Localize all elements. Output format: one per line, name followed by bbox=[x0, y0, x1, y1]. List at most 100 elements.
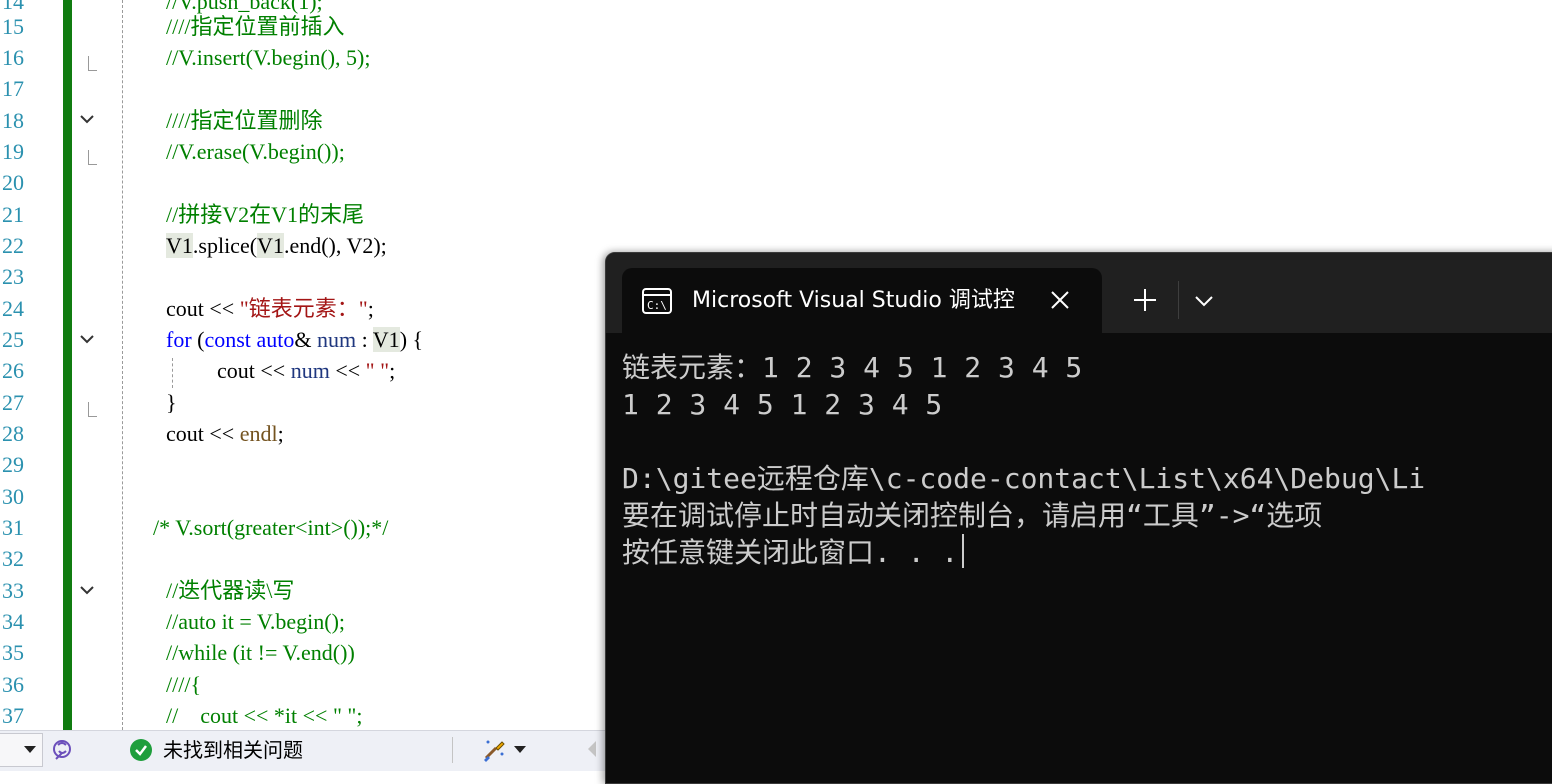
code-cleanup-icon[interactable] bbox=[480, 736, 508, 764]
line-number: 37 bbox=[2, 703, 24, 728]
code-token: cout bbox=[166, 296, 204, 321]
line-number: 21 bbox=[2, 202, 24, 227]
code-line: ////{ bbox=[166, 672, 202, 697]
keyword: auto bbox=[250, 327, 295, 352]
zoom-dropdown[interactable] bbox=[0, 733, 43, 767]
terminal-titlebar: C:\ Microsoft Visual Studio 调试控 bbox=[606, 253, 1552, 333]
code-line: //while (it != V.end()) bbox=[166, 640, 355, 665]
code-line: } bbox=[166, 390, 177, 415]
line-number: 19 bbox=[2, 139, 24, 164]
code-token: : bbox=[356, 327, 373, 352]
line-number: 28 bbox=[2, 421, 24, 446]
scroll-left-icon[interactable] bbox=[588, 741, 596, 757]
line-number: 17 bbox=[2, 76, 24, 101]
keyword: const bbox=[204, 327, 251, 352]
code-token: & bbox=[294, 327, 317, 352]
line-number: 36 bbox=[2, 672, 24, 697]
code-line: /* V.sort(greater<int>());*/ bbox=[153, 515, 389, 540]
terminal-output: 链表元素：1 2 3 4 5 1 2 3 4 5 1 2 3 4 5 1 2 3… bbox=[622, 349, 1552, 571]
code-token: .splice( bbox=[192, 233, 258, 258]
fold-chevron-icon[interactable] bbox=[78, 330, 96, 348]
code-token: << bbox=[203, 296, 240, 321]
line-number: 24 bbox=[2, 296, 24, 321]
fold-end-marker bbox=[88, 56, 97, 71]
identifier: num bbox=[316, 327, 357, 352]
text-cursor bbox=[962, 534, 965, 568]
code-line: ////指定位置删除 bbox=[166, 108, 323, 133]
keyword: for bbox=[166, 327, 192, 352]
output-line: 链表元素：1 2 3 4 5 1 2 3 4 5 bbox=[622, 351, 1083, 384]
code-line: //迭代器读\写 bbox=[166, 578, 295, 603]
code-line: cout << endl; bbox=[166, 418, 284, 449]
tab-title: Microsoft Visual Studio 调试控 bbox=[692, 288, 1015, 313]
terminal-tab[interactable]: C:\ Microsoft Visual Studio 调试控 bbox=[622, 268, 1102, 333]
fold-chevron-icon[interactable] bbox=[78, 581, 96, 599]
code-line: V1.splice(V1.end(), V2); bbox=[166, 230, 387, 261]
line-number: 26 bbox=[2, 358, 24, 383]
line-number: 27 bbox=[2, 390, 24, 415]
code-line: for (const auto& num : V1) { bbox=[166, 324, 423, 355]
line-number: 18 bbox=[2, 108, 24, 133]
identifier: V1 bbox=[257, 233, 284, 258]
code-line: //V.erase(V.begin()); bbox=[166, 139, 345, 164]
code-line: cout << num << " "; bbox=[217, 355, 395, 386]
change-tracking-bar bbox=[63, 0, 72, 730]
code-line: // cout << *it << " "; bbox=[166, 703, 363, 728]
fold-chevron-icon[interactable] bbox=[78, 110, 96, 128]
close-icon[interactable] bbox=[1048, 288, 1072, 312]
line-number: 34 bbox=[2, 609, 24, 634]
code-line: ////指定位置前插入 bbox=[166, 14, 345, 39]
line-number: 25 bbox=[2, 327, 24, 352]
intellicode-icon[interactable] bbox=[50, 737, 76, 763]
identifier: V1 bbox=[166, 233, 193, 258]
identifier: V1 bbox=[372, 327, 400, 352]
line-number: 35 bbox=[2, 640, 24, 665]
code-line: //V.insert(V.begin(), 5); bbox=[166, 45, 371, 70]
check-circle-icon[interactable] bbox=[130, 739, 152, 761]
code-token: cout bbox=[166, 421, 204, 446]
string-literal: " " bbox=[365, 358, 390, 383]
line-number: 32 bbox=[2, 546, 24, 571]
line-number: 16 bbox=[2, 45, 24, 70]
divider bbox=[452, 737, 453, 763]
line-number: 29 bbox=[2, 452, 24, 477]
line-number: 15 bbox=[2, 14, 24, 39]
string-literal: "链表元素：" bbox=[239, 296, 368, 321]
code-token: ; bbox=[367, 296, 374, 321]
indent-guide bbox=[172, 358, 173, 388]
output-line: 按任意键关闭此窗口. . . bbox=[622, 534, 1552, 571]
code-line: cout << "链表元素："; bbox=[166, 293, 374, 324]
code-token: << bbox=[329, 358, 366, 383]
output-line: 1 2 3 4 5 1 2 3 4 5 bbox=[622, 388, 943, 421]
indent-guide bbox=[122, 0, 123, 730]
line-number: 23 bbox=[2, 264, 24, 289]
line-number: 20 bbox=[2, 170, 24, 195]
code-token: ( bbox=[191, 327, 205, 352]
identifier: endl bbox=[239, 421, 278, 446]
line-number-gutter: 14 15 16 17 18 19 20 21 22 23 24 25 26 2… bbox=[0, 0, 30, 730]
code-line: //拼接V2在V1的末尾 bbox=[166, 202, 365, 227]
line-number: 31 bbox=[2, 515, 24, 540]
fold-end-marker bbox=[88, 402, 97, 417]
code-token: << bbox=[203, 421, 240, 446]
status-bar: 未找到相关问题 bbox=[0, 730, 606, 771]
line-number: 30 bbox=[2, 484, 24, 509]
identifier: num bbox=[290, 358, 330, 383]
code-token: ; bbox=[389, 358, 396, 383]
divider bbox=[1178, 281, 1179, 319]
output-line: 要在调试停止时自动关闭控制台，请启用“工具”->“选项 bbox=[622, 499, 1323, 532]
fold-end-marker bbox=[88, 150, 97, 165]
chevron-down-icon[interactable] bbox=[1192, 289, 1216, 313]
code-line: //auto it = V.begin(); bbox=[166, 609, 346, 634]
code-token: .end(), V2); bbox=[283, 233, 387, 258]
chevron-down-icon bbox=[24, 746, 36, 753]
svg-text:C:\: C:\ bbox=[647, 299, 667, 312]
output-line: D:\gitee远程仓库\c-code-contact\List\x64\Deb… bbox=[622, 462, 1426, 495]
console-window[interactable]: C:\ Microsoft Visual Studio 调试控 链表元素：1 2… bbox=[605, 252, 1552, 784]
issues-status-text[interactable]: 未找到相关问题 bbox=[163, 736, 303, 764]
code-token: cout bbox=[217, 358, 255, 383]
add-tab-icon[interactable] bbox=[1132, 287, 1158, 313]
terminal-icon: C:\ bbox=[642, 288, 672, 314]
chevron-down-icon[interactable] bbox=[514, 746, 526, 753]
